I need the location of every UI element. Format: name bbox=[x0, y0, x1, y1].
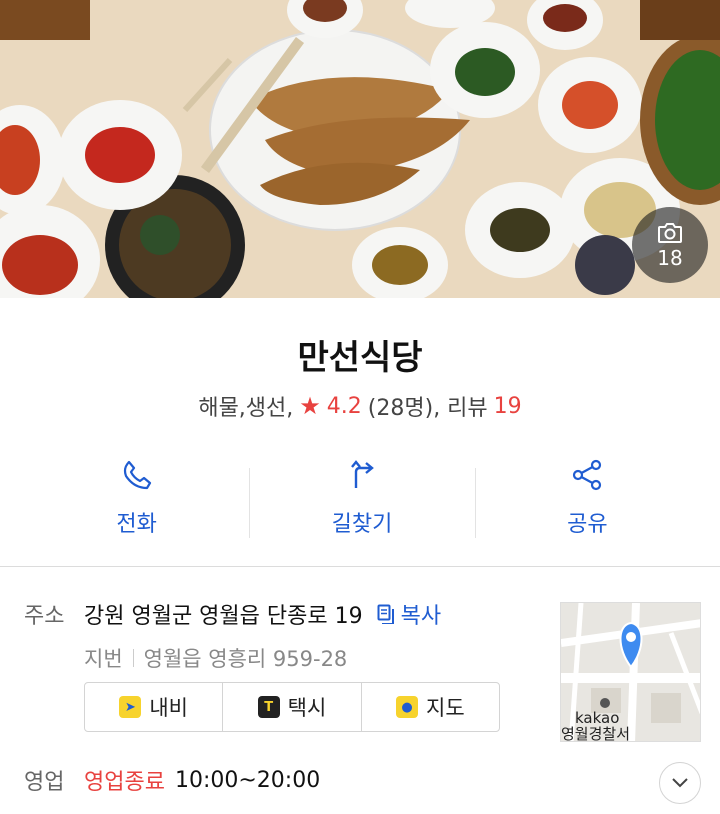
copy-label: 복사 bbox=[400, 604, 442, 629]
copy-icon bbox=[377, 604, 394, 624]
share-button[interactable]: 공유 bbox=[474, 448, 700, 548]
hours-row: 영업 영업종료 10:00~20:00 bbox=[24, 764, 320, 796]
call-label: 전화 bbox=[116, 512, 157, 537]
place-photo[interactable]: 18 bbox=[0, 0, 720, 298]
copy-address-button[interactable]: 복사 bbox=[377, 598, 441, 630]
navi-button[interactable]: ➤ 내비 bbox=[85, 683, 222, 731]
navi-icon: ➤ bbox=[119, 696, 142, 718]
camera-icon bbox=[658, 222, 682, 243]
road-address: 강원 영월군 영월읍 단종로 19 bbox=[84, 604, 363, 629]
action-bar: 전화 길찾기 공유 bbox=[24, 448, 700, 548]
jibun-label: 지번 bbox=[84, 647, 123, 671]
rating-count: (28명), 리뷰 bbox=[367, 396, 488, 421]
photo-count-badge[interactable]: 18 bbox=[632, 207, 708, 283]
divider bbox=[132, 649, 134, 667]
hours-label: 영업 bbox=[24, 770, 65, 795]
directions-button[interactable]: 길찾기 bbox=[249, 448, 474, 548]
route-button-group: ➤ 내비 T 택시 ● 지도 bbox=[84, 682, 500, 732]
mini-map[interactable]: kakao 영월경찰서 bbox=[560, 602, 701, 742]
place-meta: 해물,생선, ★ 4.2 (28명), 리뷰 19 bbox=[0, 390, 720, 422]
jibun-address: 영월읍 영흥리 959-28 bbox=[143, 647, 348, 671]
open-status: 영업종료 bbox=[84, 770, 165, 795]
share-icon bbox=[573, 459, 602, 491]
taxi-button[interactable]: T 택시 bbox=[222, 683, 360, 731]
address-row: 주소 강원 영월군 영월읍 단종로 19 복사 bbox=[24, 598, 441, 630]
call-button[interactable]: 전화 bbox=[24, 448, 249, 548]
photo-count: 18 bbox=[657, 245, 683, 270]
review-count[interactable]: 19 bbox=[494, 394, 522, 419]
share-label: 공유 bbox=[567, 512, 608, 537]
jibun-row: 지번 영월읍 영흥리 959-28 bbox=[84, 643, 347, 673]
map-button[interactable]: ● 지도 bbox=[360, 683, 499, 731]
map-place-label: 영월경찰서 bbox=[561, 725, 631, 742]
taxi-icon: T bbox=[257, 696, 280, 718]
food-photo bbox=[0, 0, 720, 298]
chevron-down-icon bbox=[672, 778, 688, 788]
taxi-label: 택시 bbox=[287, 696, 327, 720]
expand-hours-button[interactable] bbox=[659, 762, 701, 804]
place-category: 해물,생선, bbox=[198, 396, 294, 421]
address-label: 주소 bbox=[24, 604, 65, 629]
divider bbox=[0, 566, 720, 567]
business-hours: 10:00~20:00 bbox=[174, 767, 321, 793]
directions-label: 길찾기 bbox=[331, 512, 393, 537]
map-label: 지도 bbox=[426, 696, 465, 720]
rating-score: 4.2 bbox=[326, 393, 362, 419]
place-name: 만선식당 bbox=[297, 338, 423, 378]
navi-label: 내비 bbox=[149, 696, 188, 720]
map-pin-icon: ● bbox=[396, 696, 418, 718]
star-icon: ★ bbox=[299, 392, 321, 420]
phone-icon bbox=[123, 460, 151, 490]
directions-icon bbox=[351, 460, 374, 488]
